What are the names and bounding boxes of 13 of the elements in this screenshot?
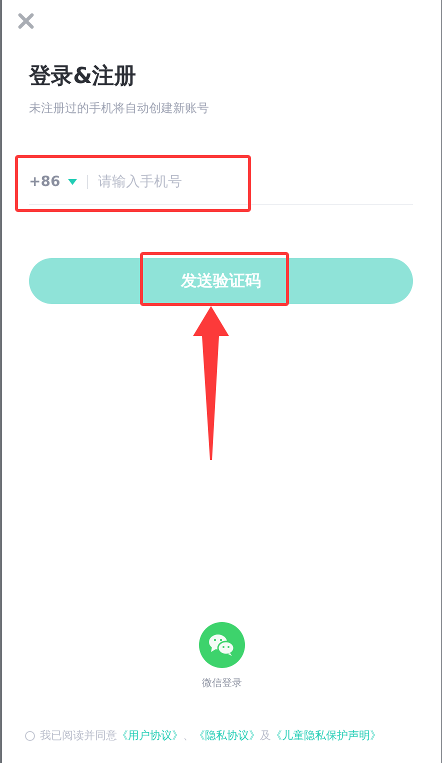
close-icon[interactable] (17, 12, 35, 30)
agreement-link[interactable]: 《儿童隐私保护声明》 (271, 729, 381, 742)
agree-radio[interactable] (25, 730, 35, 740)
country-code[interactable]: +86 (29, 174, 60, 190)
agreement-link[interactable]: 《用户协议》 (117, 729, 183, 742)
page-title: 登录&注册 (29, 63, 138, 91)
phone-field[interactable]: +86 请输入手机号 (29, 160, 413, 205)
agreement-text: 我已阅读并同意《用户协议》、《隐私协议》及《儿童隐私保护声明》 (40, 728, 381, 743)
chat-bubbles-icon[interactable] (199, 622, 245, 668)
dropdown-icon[interactable] (68, 179, 78, 185)
agreement-link[interactable]: 《隐私协议》 (194, 729, 260, 742)
wechat-login-label: 微信登录 (202, 677, 242, 690)
subtitle: 未注册过的手机将自动创建新账号 (29, 100, 210, 117)
